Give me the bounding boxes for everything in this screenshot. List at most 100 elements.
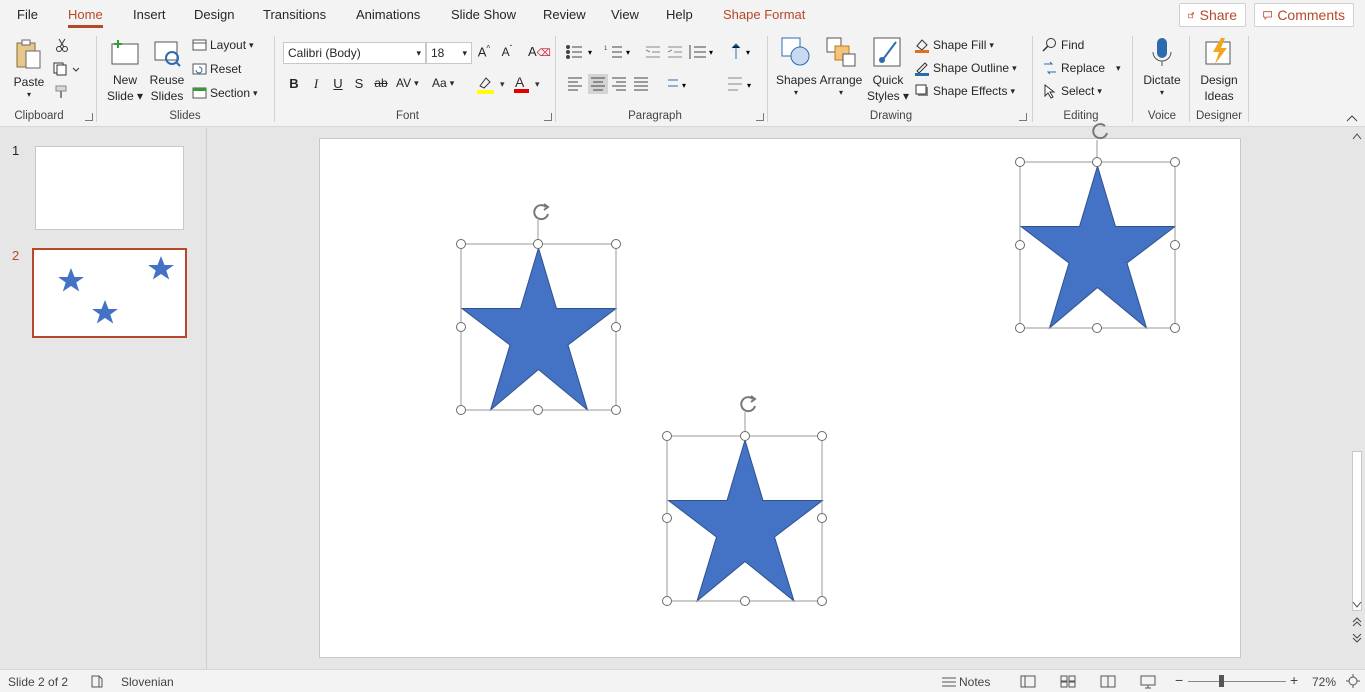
tab-insert[interactable]: Insert — [133, 7, 166, 22]
font-family-dropdown[interactable]: Calibri (Body) ▾ — [283, 42, 426, 64]
paste-icon — [16, 39, 41, 69]
font-size-value: 18 — [431, 46, 445, 60]
cursor-icon — [1044, 83, 1056, 99]
paragraph-list-icons[interactable]: ▾ 1 ▾ ▾ ▾ — [564, 42, 764, 62]
share-button[interactable]: Share — [1179, 3, 1246, 27]
tab-design[interactable]: Design — [194, 7, 234, 22]
underline-button[interactable]: U — [329, 76, 347, 91]
arrange-label: Arrange — [819, 73, 863, 87]
notes-button[interactable]: Notes — [959, 675, 990, 689]
tab-review[interactable]: Review — [543, 7, 586, 22]
arrange-button[interactable]: Arrange ▾ — [818, 36, 864, 98]
zoom-level[interactable]: 72% — [1312, 675, 1336, 689]
dictate-label: Dictate — [1143, 73, 1181, 87]
reuse-slides-button[interactable]: Reuse Slides — [148, 38, 186, 104]
strikethrough-button[interactable]: ab — [372, 76, 390, 90]
clear-formatting-button[interactable]: A⌫ — [528, 44, 551, 59]
slide-thumbnail-2[interactable] — [32, 248, 187, 338]
arrange-icon — [826, 37, 856, 67]
svg-text:▾: ▾ — [709, 48, 713, 57]
tab-animations[interactable]: Animations — [356, 7, 420, 22]
tab-slide-show[interactable]: Slide Show — [451, 7, 516, 22]
layout-button[interactable]: Layout ▾ — [192, 38, 254, 52]
shape-effects-icon — [915, 84, 928, 96]
chevron-down-icon: ▾ — [26, 90, 31, 99]
replace-button[interactable]: Replace ▾ — [1042, 60, 1121, 76]
fit-slide-icon[interactable] — [1346, 674, 1360, 688]
shape-fill-label: Shape Fill — [933, 38, 987, 52]
character-spacing-button[interactable]: AV ▾ — [396, 76, 419, 90]
design-ideas-button[interactable]: Design Ideas — [1196, 36, 1242, 104]
design-ideas-label-1: Design — [1200, 73, 1238, 87]
shrink-font-button[interactable]: Aˇ — [498, 44, 516, 59]
collapse-ribbon-icon[interactable] — [1346, 114, 1358, 122]
svg-text:▾: ▾ — [626, 48, 630, 57]
drawing-launcher-icon[interactable] — [1019, 113, 1027, 121]
paste-button[interactable]: Paste ▾ — [12, 38, 46, 100]
language-indicator[interactable]: Slovenian — [121, 675, 174, 689]
tab-view[interactable]: View — [611, 7, 639, 22]
shape-fill-button[interactable]: Shape Fill ▾ — [914, 37, 994, 53]
tab-file[interactable]: File — [17, 7, 38, 22]
copy-icon[interactable] — [53, 62, 79, 76]
font-size-dropdown[interactable]: 18 ▾ — [426, 42, 472, 64]
text-shadow-button[interactable]: S — [350, 76, 368, 91]
zoom-in-button[interactable]: + — [1290, 672, 1298, 688]
tab-help[interactable]: Help — [666, 7, 693, 22]
thumbnail-number-2: 2 — [12, 248, 20, 263]
quick-styles-button[interactable]: Quick Styles ▾ — [866, 36, 910, 104]
previous-slide-icon[interactable] — [1352, 617, 1362, 627]
scrollbar-thumb[interactable] — [1352, 451, 1362, 611]
section-button[interactable]: Section ▾ — [192, 86, 258, 100]
paragraph-group-label: Paragraph — [628, 110, 682, 122]
reuse-slides-label-1: Reuse — [149, 73, 185, 87]
dictate-button[interactable]: Dictate ▾ — [1140, 36, 1184, 98]
zoom-slider-thumb[interactable] — [1219, 675, 1224, 687]
tab-home[interactable]: Home — [68, 7, 103, 28]
select-label: Select — [1061, 84, 1095, 98]
find-label: Find — [1061, 38, 1085, 52]
bold-button[interactable]: B — [285, 76, 303, 91]
scroll-down-icon[interactable] — [1352, 600, 1362, 608]
select-button[interactable]: Select ▾ — [1042, 83, 1102, 99]
vertical-scrollbar[interactable] — [1349, 128, 1365, 669]
highlight-color-icon[interactable]: ▾ — [476, 76, 510, 94]
zoom-slider-track[interactable] — [1188, 681, 1286, 682]
svg-text:▾: ▾ — [746, 48, 750, 57]
voice-group-label: Voice — [1147, 110, 1177, 122]
shapes-button[interactable]: Shapes ▾ — [776, 36, 817, 98]
font-launcher-icon[interactable] — [544, 113, 552, 121]
new-slide-button[interactable]: New Slide ▾ — [106, 38, 144, 104]
slide-sorter-icon[interactable] — [1060, 675, 1076, 688]
font-color-icon[interactable]: A ▾ — [513, 74, 545, 94]
italic-button[interactable]: I — [307, 76, 325, 92]
reset-icon — [192, 63, 207, 75]
paragraph-launcher-icon[interactable] — [756, 113, 764, 121]
next-slide-icon[interactable] — [1352, 633, 1362, 643]
reset-button[interactable]: Reset — [192, 62, 241, 76]
tab-transitions[interactable]: Transitions — [263, 7, 326, 22]
clipboard-launcher-icon[interactable] — [85, 113, 93, 121]
pencil-icon — [915, 62, 929, 76]
paragraph-align-icons[interactable]: ▾ ▾ — [564, 74, 764, 94]
shape-effects-button[interactable]: Shape Effects ▾ — [914, 83, 1015, 99]
cut-icon[interactable] — [55, 38, 69, 52]
spelling-check-icon[interactable] — [90, 675, 104, 688]
format-painter-icon[interactable] — [53, 85, 69, 99]
reading-view-icon[interactable] — [1100, 675, 1116, 688]
scroll-up-icon[interactable] — [1352, 132, 1362, 140]
slide-show-icon[interactable] — [1140, 675, 1156, 689]
font-family-value: Calibri (Body) — [288, 46, 361, 60]
normal-view-icon[interactable] — [1020, 675, 1036, 688]
svg-text:▾: ▾ — [535, 79, 540, 89]
tab-shape-format[interactable]: Shape Format — [723, 7, 805, 22]
shape-outline-button[interactable]: Shape Outline ▾ — [914, 60, 1017, 76]
grow-font-button[interactable]: A^ — [475, 44, 493, 59]
shapes-icon — [781, 37, 810, 66]
zoom-out-button[interactable]: − — [1175, 672, 1183, 688]
slide-thumbnail-1[interactable] — [35, 146, 184, 230]
find-button[interactable]: Find — [1042, 37, 1084, 53]
paint-bucket-icon — [915, 39, 929, 53]
change-case-button[interactable]: Aa ▾ — [432, 76, 454, 90]
comments-button[interactable]: Comments — [1254, 3, 1354, 27]
